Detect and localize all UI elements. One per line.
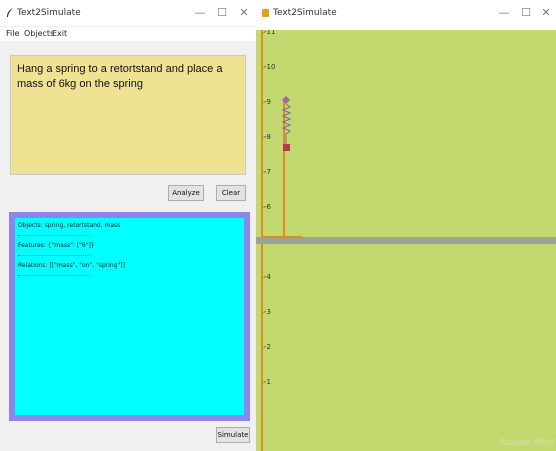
relations-line: Relations: [["mass", "on", "spring"]] xyxy=(18,262,125,269)
ruler-tick-label: -2 xyxy=(264,343,271,351)
ruler-tick-label: -8 xyxy=(264,133,271,141)
ruler-tick-label: -3 xyxy=(264,308,271,316)
ruler-tick-label: -1 xyxy=(264,378,271,386)
menu-objects[interactable]: Objects xyxy=(24,29,54,38)
simulate-button[interactable]: Simulate xyxy=(216,427,250,443)
ruler-tick-label: -9 xyxy=(264,98,271,106)
problem-text: Hang a spring to a retortstand and place… xyxy=(17,63,223,90)
ruler-tick-label: -10 xyxy=(264,63,276,71)
analysis-output: Objects: spring, retortstand, mass Featu… xyxy=(15,218,244,415)
input-window: Text2Simulate — ☐ ✕ File Objects Exit Ha… xyxy=(0,0,257,451)
minimize-button[interactable]: — xyxy=(494,5,514,21)
menu-exit[interactable]: Exit xyxy=(52,29,67,38)
analysis-output-frame: Objects: spring, retortstand, mass Featu… xyxy=(9,212,250,421)
spring xyxy=(281,96,292,144)
app-icon xyxy=(262,9,269,17)
separator xyxy=(18,255,90,256)
minimize-button[interactable]: — xyxy=(190,5,210,21)
maximize-button[interactable]: ☐ xyxy=(516,5,536,21)
menu-file[interactable]: File xyxy=(6,29,19,38)
close-button[interactable]: ✕ xyxy=(536,5,556,21)
close-button[interactable]: ✕ xyxy=(234,5,254,21)
spring-hook xyxy=(282,96,290,104)
ruler-tick-label: -7 xyxy=(264,168,271,176)
ruler-tick-label: -6 xyxy=(264,203,271,211)
objects-line: Objects: spring, retortstand, mass xyxy=(18,222,121,229)
simulation-window: Text2Simulate — ☐ ✕ -11-10-9-8-7-6-5-4-3… xyxy=(256,0,556,451)
analyze-button[interactable]: Analyze xyxy=(168,185,204,201)
window-title: Text2Simulate xyxy=(273,8,337,18)
window-title: Text2Simulate xyxy=(17,8,81,18)
simulation-canvas[interactable]: -11-10-9-8-7-6-5-4-3-2-1 Activate Wind xyxy=(256,30,556,451)
problem-text-input[interactable]: Hang a spring to a retortstand and place… xyxy=(10,55,246,175)
title-bar: Text2Simulate — ☐ ✕ xyxy=(256,0,556,26)
mass-block[interactable] xyxy=(283,144,290,151)
ruler-tick-label: -11 xyxy=(264,30,276,36)
feather-icon xyxy=(7,8,13,17)
spring-coil xyxy=(281,103,292,144)
separator xyxy=(18,275,90,276)
title-bar: Text2Simulate — ☐ ✕ xyxy=(0,0,256,26)
retortstand-base xyxy=(262,236,302,238)
separator xyxy=(18,235,90,236)
activate-windows-watermark: Activate Wind xyxy=(498,437,554,447)
menu-bar: File Objects Exit xyxy=(0,27,256,41)
features-line: Features: {"mass": ["6"]} xyxy=(18,242,95,249)
maximize-button[interactable]: ☐ xyxy=(212,5,232,21)
ruler-tick-label: -4 xyxy=(264,273,271,281)
clear-button[interactable]: Clear xyxy=(216,185,246,201)
ground xyxy=(256,237,556,244)
